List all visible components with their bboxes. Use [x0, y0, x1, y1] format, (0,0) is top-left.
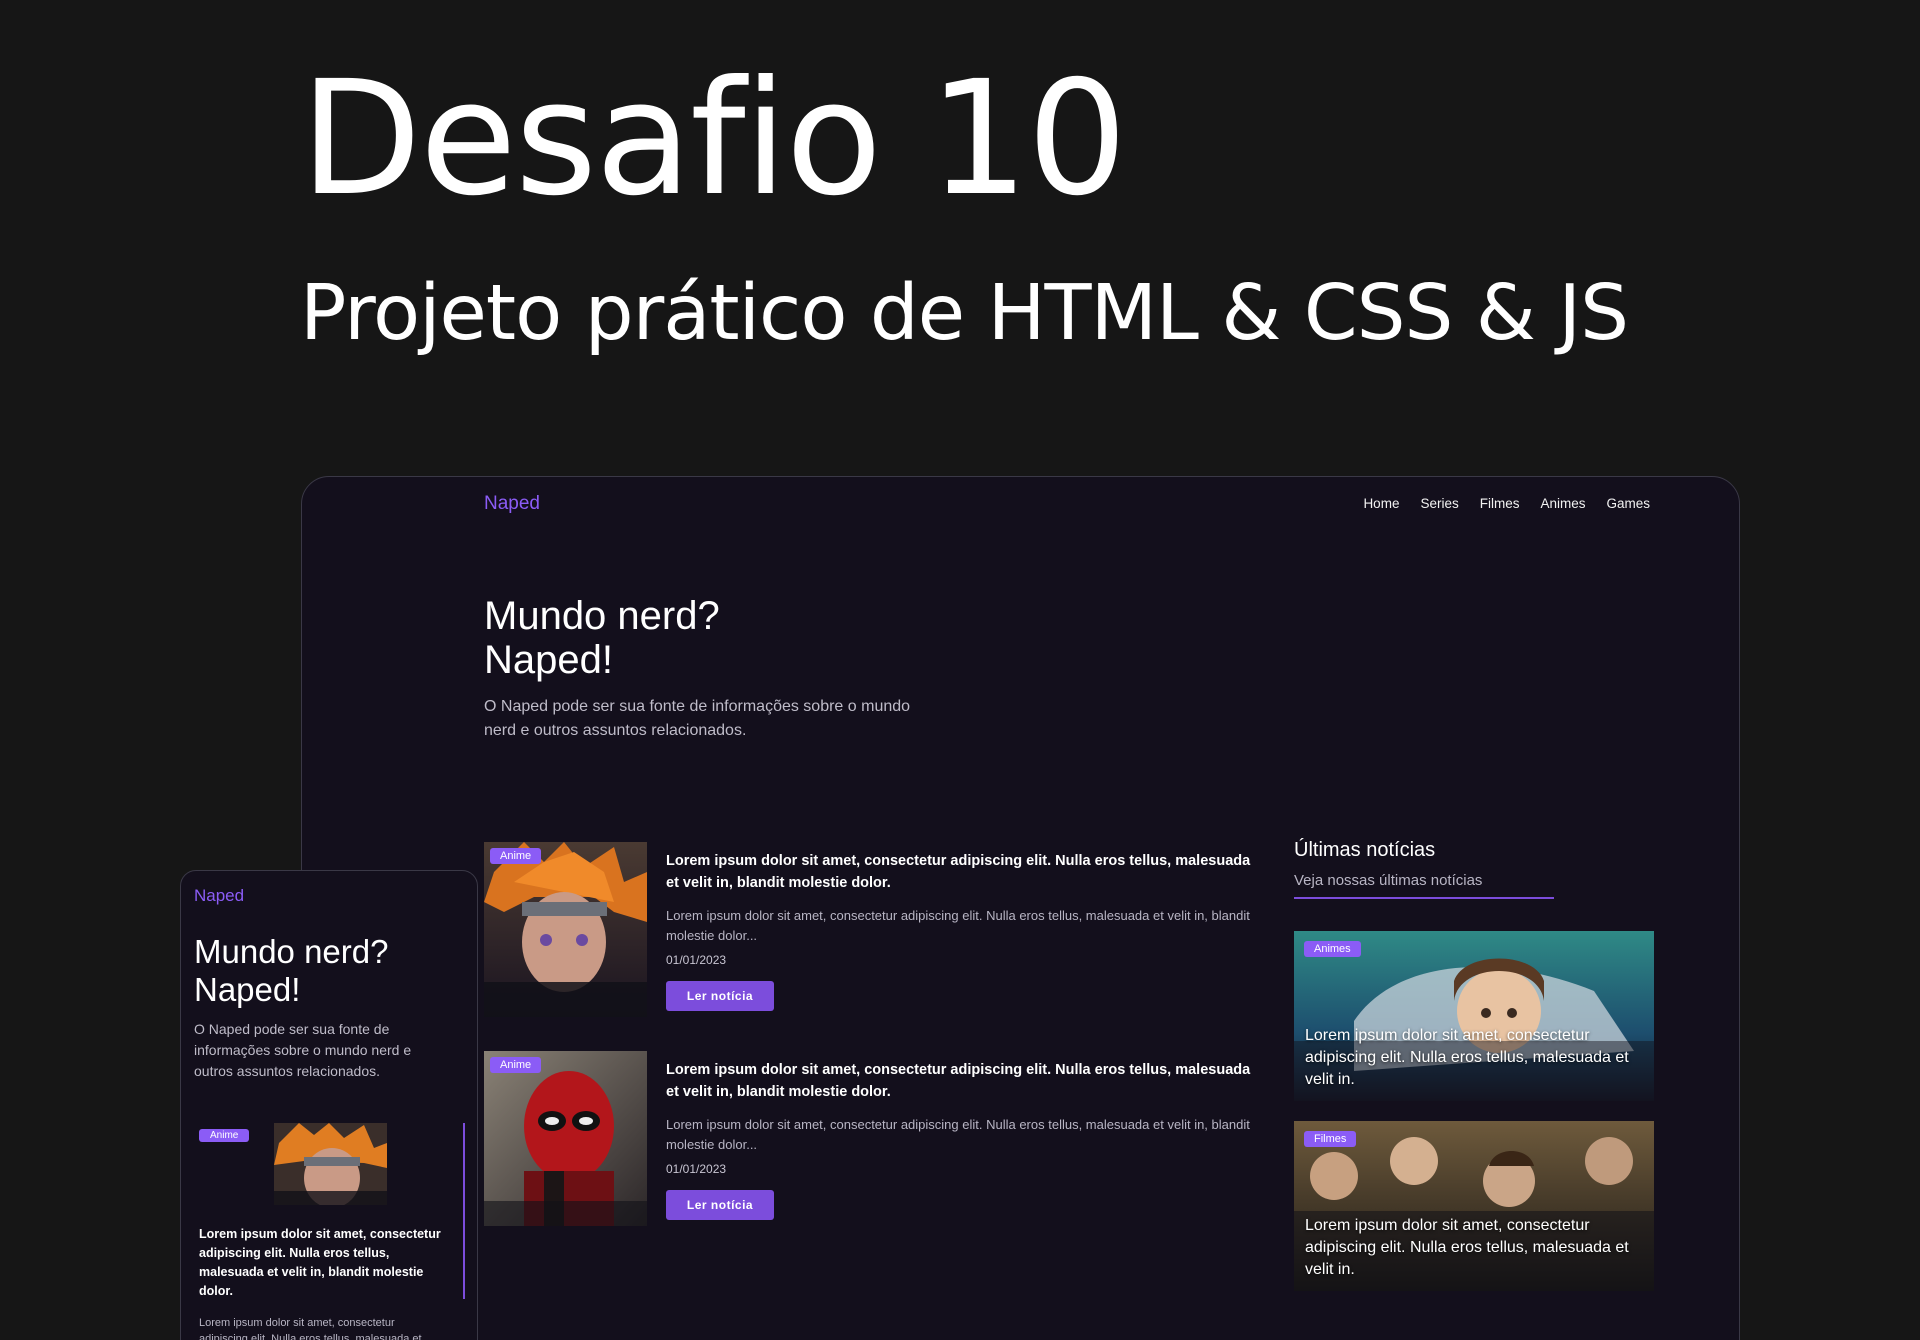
article-date: 01/01/2023 [666, 1162, 727, 1176]
latest-news-text: Lorem ipsum dolor sit amet, consectetur … [1305, 1027, 1629, 1088]
desktop-logo[interactable]: Naped [484, 493, 540, 515]
latest-news-card[interactable]: Animes Lorem ipsum dolor sit amet, conse… [1294, 931, 1654, 1101]
nav-link-games[interactable]: Games [1606, 496, 1650, 511]
article-title[interactable]: Lorem ipsum dolor sit amet, consectetur … [666, 850, 1266, 894]
read-news-button[interactable]: Ler notícia [666, 1190, 774, 1220]
mobile-article-thumbnail[interactable] [274, 1123, 387, 1205]
mobile-hero-line-2: Naped! [194, 971, 301, 1008]
article-card: Anime Lorem ipsum dolor sit amet, consec… [484, 1051, 1274, 1226]
latest-news-subtitle: Veja nossas últimas notícias [1294, 872, 1483, 889]
article-thumbnail-deadpool[interactable]: Anime [484, 1051, 647, 1226]
article-excerpt: Lorem ipsum dolor sit amet, consectetur … [666, 1117, 1250, 1152]
mobile-hero-line-1: Mundo nerd? [194, 933, 389, 970]
mobile-article-excerpt: Lorem ipsum dolor sit amet, consectetur … [199, 1317, 422, 1340]
latest-news-sidebar: Últimas notícias Veja nossas últimas not… [1294, 839, 1654, 1291]
nav-link-animes[interactable]: Animes [1540, 496, 1585, 511]
mobile-scrollbar[interactable] [463, 1123, 465, 1299]
latest-news-text: Lorem ipsum dolor sit amet, consectetur … [1305, 1217, 1629, 1278]
mobile-mockup: Naped Mundo nerd? Naped! O Naped pode se… [180, 870, 478, 1340]
latest-news-badge: Filmes [1304, 1131, 1357, 1147]
desktop-mockup: Naped Home Series Filmes Animes Games Mu… [301, 476, 1740, 1340]
article-title[interactable]: Lorem ipsum dolor sit amet, consectetur … [666, 1059, 1266, 1103]
mobile-hero-text: O Naped pode ser sua fonte de informaçõe… [194, 1021, 412, 1079]
banner-subtitle: Projeto prático de HTML & CSS & JS [300, 269, 1629, 358]
mobile-hero-headline: Mundo nerd? Naped! [194, 933, 464, 1009]
mobile-article-card: Anime Lorem ipsum dolor sit amet, consec… [199, 1123, 469, 1340]
read-news-button[interactable]: Ler notícia [666, 981, 774, 1011]
article-card: Anime Lorem ipsum dolor sit amet, consec… [484, 842, 1274, 1017]
article-category-badge: Anime [490, 1057, 542, 1073]
article-category-badge: Anime [490, 848, 542, 864]
mobile-article-title[interactable]: Lorem ipsum dolor sit amet, consectetur … [199, 1225, 449, 1301]
desktop-navbar: Naped Home Series Filmes Animes Games [302, 477, 1739, 533]
article-thumbnail-pain[interactable]: Anime [484, 842, 647, 1017]
desktop-hero-text: O Naped pode ser sua fonte de informaçõe… [484, 698, 911, 739]
mobile-logo[interactable]: Naped [194, 886, 244, 906]
latest-news-title: Últimas notícias [1294, 839, 1436, 861]
nav-link-series[interactable]: Series [1420, 496, 1458, 511]
desktop-nav-menu: Home Series Filmes Animes Games [1363, 496, 1650, 511]
hero-line-1: Mundo nerd? [484, 594, 720, 638]
banner-title: Desafio 10 [300, 47, 1127, 231]
desktop-hero-headline: Mundo nerd? Naped! [484, 594, 1084, 682]
hero-line-2: Naped! [484, 638, 613, 682]
latest-news-underline [1294, 897, 1554, 899]
latest-news-card[interactable]: Filmes Lorem ipsum dolor sit amet, conse… [1294, 1121, 1654, 1291]
latest-news-badge: Animes [1304, 941, 1361, 957]
article-date: 01/01/2023 [666, 953, 727, 967]
nav-link-home[interactable]: Home [1363, 496, 1399, 511]
nav-link-filmes[interactable]: Filmes [1480, 496, 1520, 511]
article-excerpt: Lorem ipsum dolor sit amet, consectetur … [666, 908, 1250, 943]
mobile-article-badge: Anime [199, 1129, 250, 1142]
